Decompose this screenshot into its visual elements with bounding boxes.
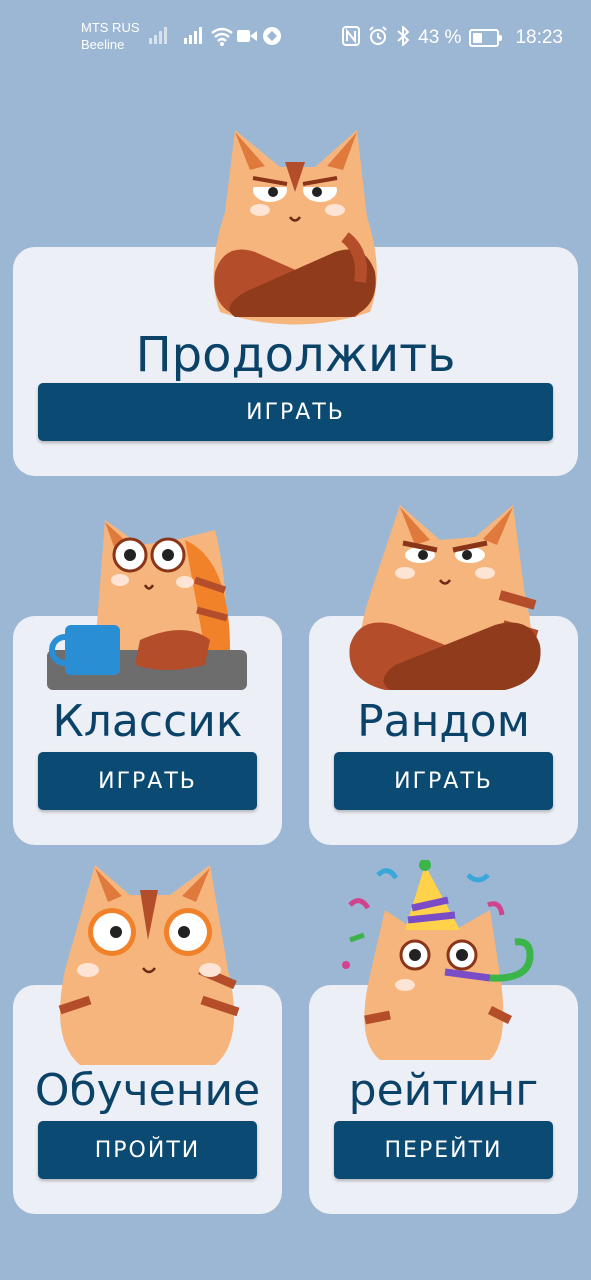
rating-open-button[interactable]: ПЕРЕЙТИ xyxy=(334,1121,553,1179)
cat-suspicious-icon xyxy=(349,505,541,690)
rating-title: рейтинг xyxy=(348,1065,539,1116)
status-bar: MTS RUS Beeline 43 % 18:23 xyxy=(0,0,591,76)
carrier-1: MTS RUS xyxy=(81,20,140,35)
random-title: Рандом xyxy=(357,696,530,747)
carrier-2: Beeline xyxy=(81,37,125,52)
signal-icon-2 xyxy=(184,27,202,44)
tutorial-start-button[interactable]: ПРОЙТИ xyxy=(38,1121,257,1179)
vpn-icon xyxy=(263,27,281,45)
battery-icon xyxy=(469,29,503,47)
alarm-icon xyxy=(368,25,388,51)
battery-percent: 43 % xyxy=(418,27,462,48)
cat-arms-crossed-icon xyxy=(213,130,377,325)
bluetooth-icon xyxy=(396,24,410,51)
clock: 18:23 xyxy=(515,27,563,48)
status-right: 43 % 18:23 xyxy=(342,24,563,52)
continue-play-button[interactable]: ИГРАТЬ xyxy=(38,383,553,441)
continue-title: Продолжить xyxy=(135,327,456,383)
video-call-icon xyxy=(237,30,257,42)
random-play-button[interactable]: ИГРАТЬ xyxy=(334,752,553,810)
wifi-icon xyxy=(211,27,233,46)
classic-play-button[interactable]: ИГРАТЬ xyxy=(38,752,257,810)
cat-with-mug-icon xyxy=(47,520,247,690)
nfc-icon xyxy=(342,25,361,51)
signal-icon xyxy=(149,27,167,44)
cat-wide-eyed-icon xyxy=(58,865,240,1065)
cat-party-icon xyxy=(342,860,534,1060)
carrier-labels: MTS RUS Beeline xyxy=(81,19,140,53)
classic-title: Классик xyxy=(52,696,243,747)
tutorial-title: Обучение xyxy=(34,1065,261,1116)
